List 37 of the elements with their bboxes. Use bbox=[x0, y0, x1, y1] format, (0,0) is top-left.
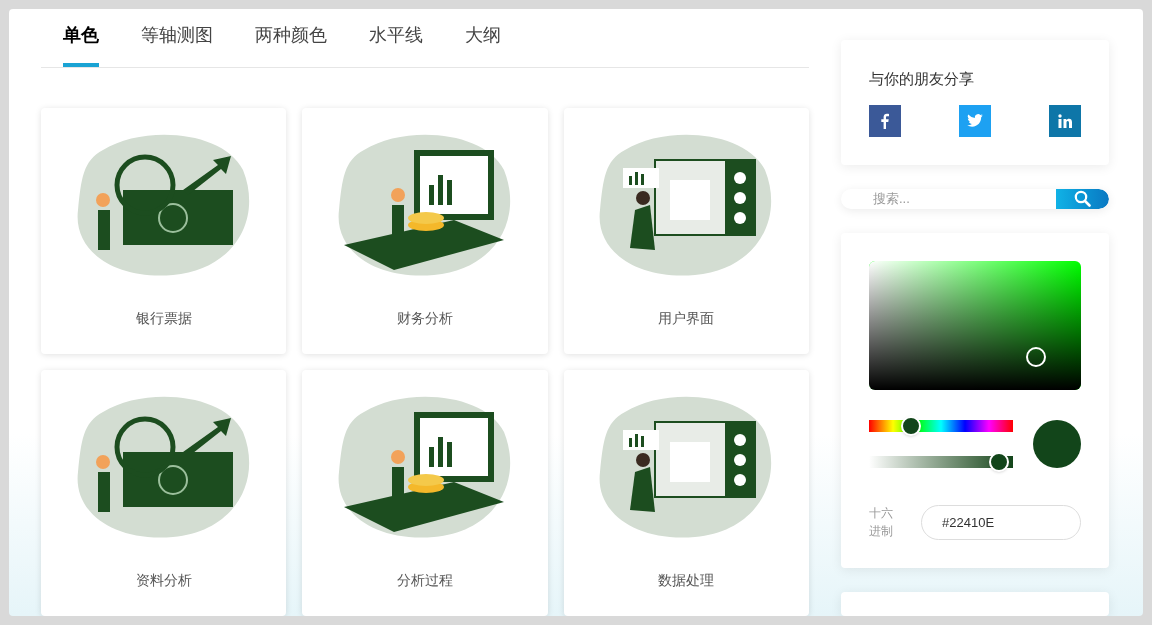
slider-thumb[interactable] bbox=[901, 416, 922, 437]
slider-thumb[interactable] bbox=[989, 452, 1010, 473]
hex-label: 十六进制 bbox=[869, 505, 894, 541]
picker-cursor[interactable] bbox=[1026, 347, 1046, 368]
card[interactable]: 数据处理 bbox=[563, 370, 809, 616]
tab[interactable]: 水平线 bbox=[369, 22, 423, 67]
hue-slider[interactable] bbox=[869, 416, 1013, 437]
search-button[interactable] bbox=[1056, 188, 1109, 210]
card[interactable]: 银行票据 bbox=[41, 108, 287, 354]
card[interactable]: 用户界面 bbox=[563, 108, 809, 354]
card-caption: 数据处理 bbox=[658, 571, 715, 590]
tab[interactable]: 两种颜色 bbox=[255, 22, 327, 67]
facebook-button[interactable] bbox=[869, 104, 901, 137]
tab[interactable]: 单色 bbox=[63, 22, 99, 67]
tab[interactable]: 大纲 bbox=[465, 22, 501, 67]
linkedin-button[interactable] bbox=[1049, 104, 1081, 137]
facebook-icon bbox=[881, 112, 889, 129]
card[interactable]: 财务分析 bbox=[302, 108, 548, 354]
opacity-slider[interactable] bbox=[869, 452, 1013, 473]
card-caption: 分析过程 bbox=[397, 571, 453, 590]
card-caption: 财务分析 bbox=[397, 309, 453, 328]
bird-icon bbox=[967, 114, 983, 127]
search-field[interactable]: 搜索... bbox=[841, 188, 1056, 210]
card[interactable]: 分析过程 bbox=[302, 370, 548, 616]
hex-input[interactable]: #22410E bbox=[921, 504, 1081, 540]
search-bar[interactable]: 搜索... bbox=[841, 188, 1109, 210]
share-title: 与你的朋友分享 bbox=[869, 69, 975, 89]
search-icon bbox=[1074, 190, 1091, 208]
linkedin-icon bbox=[1058, 113, 1072, 128]
card-caption: 资料分析 bbox=[135, 571, 192, 590]
tab[interactable]: 等轴测图 bbox=[141, 22, 213, 67]
twitter-button[interactable] bbox=[959, 104, 991, 137]
card-caption: 用户界面 bbox=[658, 309, 715, 328]
card[interactable]: 资料分析 bbox=[41, 370, 287, 616]
color-swatch bbox=[1033, 420, 1081, 469]
card-caption: 银行票据 bbox=[135, 309, 192, 328]
saturation-area[interactable] bbox=[869, 261, 1081, 391]
